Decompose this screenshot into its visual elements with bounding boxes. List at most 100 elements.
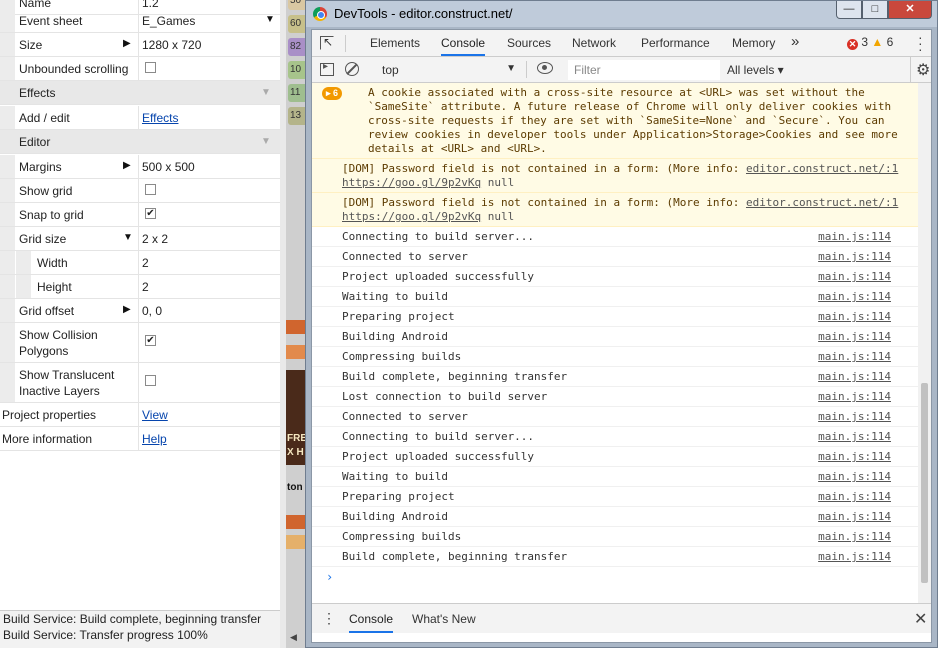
console-warning-message[interactable]: ▸ 6 A cookie associated with a cross-site… (312, 83, 918, 159)
source-link[interactable]: main.js:114 (818, 390, 891, 404)
source-link[interactable]: main.js:114 (818, 370, 891, 384)
property-row[interactable]: Margins ▶ 500 x 500 (0, 155, 280, 179)
source-link[interactable]: main.js:114 (818, 490, 891, 504)
collapse-chevron-icon[interactable]: ▼ (261, 136, 271, 147)
expand-arrow-icon[interactable]: ▶ (123, 304, 131, 315)
filter-input[interactable] (568, 60, 720, 80)
clear-console-icon[interactable] (345, 62, 359, 76)
tab-memory[interactable]: Memory (732, 36, 775, 50)
source-link[interactable]: main.js:114 (818, 230, 891, 244)
minimize-button[interactable]: — (836, 1, 862, 19)
window-titlebar[interactable]: DevTools - editor.construct.net/ — □ ✕ (306, 1, 937, 27)
tab-network[interactable]: Network (572, 36, 616, 50)
info-link[interactable]: https://goo.gl/9p2vKq (342, 210, 481, 223)
console-prompt[interactable]: › (312, 567, 918, 584)
console-log-message[interactable]: Build complete, beginning transfer main.j… (312, 547, 918, 567)
property-row[interactable]: Project properties View (0, 403, 280, 427)
property-row[interactable]: Height 2 (0, 275, 280, 299)
tab-elements[interactable]: Elements (370, 36, 420, 50)
property-row[interactable]: Unbounded scrolling (0, 57, 280, 81)
property-row[interactable]: Width 2 (0, 251, 280, 275)
console-log-message[interactable]: Building Android main.js:114 (312, 327, 918, 347)
checkbox-checked[interactable]: ✔ (145, 335, 156, 346)
property-value[interactable]: 0, 0 (142, 304, 162, 318)
property-row[interactable]: Size ▶ 1280 x 720 (0, 33, 280, 57)
warning-count-badge[interactable]: ▸ 6 (322, 87, 343, 100)
property-section[interactable]: Effects ▼ (0, 81, 280, 105)
console-log-message[interactable]: Connected to server main.js:114 (312, 247, 918, 267)
console-log-message[interactable]: Connecting to build server... main.js:114 (312, 427, 918, 447)
property-value[interactable]: 2 x 2 (142, 232, 168, 246)
source-link[interactable]: main.js:114 (818, 550, 891, 564)
property-value[interactable]: 500 x 500 (142, 160, 195, 174)
source-link[interactable]: main.js:114 (818, 350, 891, 364)
property-row[interactable]: Show Collision Polygons ✔ (0, 323, 280, 363)
console-scrollbar[interactable] (918, 83, 931, 603)
console-log-message[interactable]: Building Android main.js:114 (312, 507, 918, 527)
drawer-menu-icon[interactable]: ⋮ (322, 610, 336, 627)
console-log-message[interactable]: Compressing builds main.js:114 (312, 527, 918, 547)
error-warning-counter[interactable]: ✕ 3 ▲ 6 (847, 35, 893, 50)
expand-arrow-icon[interactable]: ▶ (123, 160, 131, 171)
console-log-message[interactable]: Waiting to build main.js:114 (312, 287, 918, 307)
console-log-message[interactable]: Project uploaded successfully main.js:114 (312, 447, 918, 467)
info-link[interactable]: https://goo.gl/9p2vKq (342, 176, 481, 189)
log-levels-dropdown[interactable]: All levels ▾ (727, 63, 784, 77)
console-log-message[interactable]: Preparing project main.js:114 (312, 487, 918, 507)
checkbox-checked[interactable]: ✔ (145, 208, 156, 219)
property-value[interactable]: 2 (142, 280, 149, 294)
source-link[interactable]: main.js:114 (818, 270, 891, 284)
expand-arrow-icon[interactable]: ▶ (123, 38, 131, 49)
live-expression-eye-icon[interactable] (537, 62, 553, 74)
source-link[interactable]: main.js:114 (818, 470, 891, 484)
show-sidebar-icon[interactable] (320, 61, 334, 76)
checkbox-unchecked[interactable] (145, 375, 156, 386)
checkbox-unchecked[interactable] (145, 62, 156, 73)
property-row[interactable]: Grid offset ▶ 0, 0 (0, 299, 280, 323)
property-row[interactable]: Show Translucent Inactive Layers (0, 363, 280, 403)
close-button[interactable]: ✕ (888, 1, 932, 19)
console-log-message[interactable]: Build complete, beginning transfer main.j… (312, 367, 918, 387)
customize-menu-icon[interactable]: · · · (918, 30, 923, 56)
drawer-tab-whats-new[interactable]: What's New (412, 612, 476, 626)
property-value[interactable]: E_Games (142, 14, 195, 28)
source-link[interactable]: main.js:114 (818, 330, 891, 344)
inspect-element-icon[interactable] (320, 35, 334, 50)
tab-console[interactable]: Console (441, 36, 486, 56)
expand-arrow-icon[interactable]: ▼ (123, 232, 133, 243)
console-settings-gear-icon[interactable]: ⚙ (916, 60, 930, 80)
source-link[interactable]: main.js:114 (818, 530, 891, 544)
property-row[interactable]: Snap to grid ✔ (0, 203, 280, 227)
property-link[interactable]: View (142, 408, 168, 422)
console-warning-message[interactable]: [DOM] Password field is not contained in… (312, 159, 918, 193)
source-link[interactable]: main.js:114 (818, 430, 891, 444)
property-link[interactable]: Effects (142, 111, 178, 125)
console-log-message[interactable]: Project uploaded successfully main.js:114 (312, 267, 918, 287)
source-link[interactable]: main.js:114 (818, 310, 891, 324)
tab-sources[interactable]: Sources (507, 36, 551, 50)
maximize-button[interactable]: □ (862, 1, 888, 19)
property-row[interactable]: Grid size ▼ 2 x 2 (0, 227, 280, 251)
scroll-left-arrow-icon[interactable]: ◀ (290, 632, 297, 643)
source-link[interactable]: main.js:114 (818, 250, 891, 264)
dropdown-caret-icon[interactable]: ▼ (265, 14, 275, 25)
console-log-message[interactable]: Lost connection to build server main.js:1… (312, 387, 918, 407)
source-link[interactable]: main.js:114 (818, 410, 891, 424)
checkbox-unchecked[interactable] (145, 184, 156, 195)
close-drawer-icon[interactable]: ✕ (914, 609, 927, 629)
property-value[interactable]: 1280 x 720 (142, 38, 201, 52)
property-row[interactable]: Show grid (0, 179, 280, 203)
source-link[interactable]: main.js:114 (818, 510, 891, 524)
property-link[interactable]: Help (142, 432, 167, 446)
source-link[interactable]: editor.construct.net/:1 (746, 196, 898, 209)
scrollbar-thumb[interactable] (921, 383, 928, 583)
console-log-message[interactable]: Compressing builds main.js:114 (312, 347, 918, 367)
tab-performance[interactable]: Performance (641, 36, 710, 50)
source-link[interactable]: main.js:114 (818, 450, 891, 464)
property-value[interactable]: 2 (142, 256, 149, 270)
console-log-message[interactable]: Connected to server main.js:114 (312, 407, 918, 427)
console-log-message[interactable]: Waiting to build main.js:114 (312, 467, 918, 487)
collapse-chevron-icon[interactable]: ▼ (261, 87, 271, 98)
source-link[interactable]: editor.construct.net/:1 (746, 162, 898, 175)
console-log-message[interactable]: Preparing project main.js:114 (312, 307, 918, 327)
